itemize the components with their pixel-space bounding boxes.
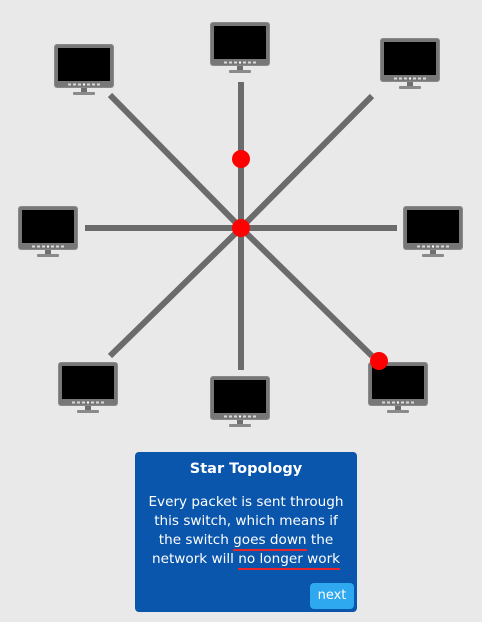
computer-monitor-icon bbox=[380, 38, 440, 89]
next-button[interactable]: next bbox=[310, 583, 354, 609]
computer-monitor-icon bbox=[58, 362, 118, 413]
highlight-text: no longer work bbox=[238, 551, 341, 567]
info-title: Star Topology bbox=[189, 461, 303, 477]
info-body: Every packet is sent through this switch… bbox=[141, 493, 351, 570]
cable-bottom-right bbox=[238, 225, 375, 359]
highlight-no-longer-work: no longer work bbox=[238, 550, 341, 570]
info-text: Every packet is sent through bbox=[148, 494, 344, 510]
computer-monitor-icon bbox=[210, 376, 270, 427]
cable-bottom-left bbox=[107, 225, 244, 359]
info-body-line: network will no longer work bbox=[141, 550, 351, 570]
switch-node-icon bbox=[232, 219, 250, 237]
info-body-line: this switch, which means if bbox=[141, 512, 351, 531]
info-body-line: the switch goes down the bbox=[141, 531, 351, 551]
network-diagram bbox=[18, 22, 463, 427]
star-topology-stage: Star Topology Every packet is sent throu… bbox=[0, 0, 482, 622]
packet-dot-icon bbox=[370, 352, 388, 370]
packet-dot-icon bbox=[232, 150, 250, 168]
info-text: the switch bbox=[158, 532, 234, 548]
computer-monitor-icon bbox=[18, 206, 78, 257]
computer-monitor-icon bbox=[210, 22, 270, 73]
cable-top-right bbox=[238, 93, 375, 231]
info-panel: Star Topology Every packet is sent throu… bbox=[135, 452, 357, 612]
highlight-text: goes down bbox=[233, 532, 307, 548]
computer-monitor-icon bbox=[54, 44, 114, 95]
info-text: this switch, which means if bbox=[154, 513, 338, 529]
cable-top-left bbox=[107, 92, 244, 231]
highlight-goes-down: goes down bbox=[233, 531, 307, 551]
highlight-underline bbox=[238, 568, 341, 570]
info-body-line: Every packet is sent through bbox=[141, 493, 351, 512]
info-text: network will bbox=[151, 551, 239, 567]
computer-monitor-icon bbox=[403, 206, 463, 257]
info-text: the bbox=[306, 532, 334, 548]
